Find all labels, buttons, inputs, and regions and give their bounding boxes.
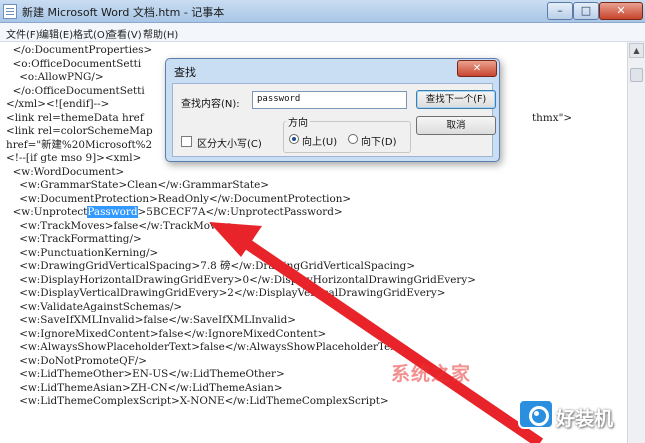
code-line: <w:DocumentProtection>ReadOnly</w:Docume… bbox=[6, 192, 352, 205]
code-line: </xml><![endif]--> bbox=[6, 98, 110, 110]
minimize-button[interactable]: – bbox=[547, 2, 573, 20]
code-line-overflow: thmx"> bbox=[532, 111, 573, 124]
direction-up-radio[interactable] bbox=[289, 134, 299, 144]
code-line: href="新建%20Microsoft%2 bbox=[6, 138, 153, 151]
menu-bar: 文件(F) 编辑(E) 格式(O) 查看(V) 帮助(H) bbox=[0, 23, 645, 42]
menu-view[interactable]: 查看(V) bbox=[107, 26, 142, 41]
code-line: <!--[if gte mso 9]><xml> bbox=[6, 152, 142, 164]
code-line: <o:AllowPNG/> bbox=[6, 71, 104, 83]
dialog-body: 查找内容(N): password 查找下一个(F) 取消 区分大小写(C) 方… bbox=[172, 83, 496, 157]
direction-label: 方向 bbox=[286, 114, 310, 129]
menu-format[interactable]: 格式(O) bbox=[73, 26, 109, 41]
code-line: </o:OfficeDocumentSetti bbox=[6, 84, 145, 97]
menu-edit[interactable]: 编辑(E) bbox=[39, 26, 73, 41]
direction-down-label[interactable]: 向下(D) bbox=[361, 133, 397, 148]
code-line: <w:WordDocument> bbox=[6, 165, 125, 178]
cancel-button[interactable]: 取消 bbox=[416, 116, 496, 135]
code-line: <w:LidThemeAsian>ZH-CN</w:LidThemeAsian> bbox=[6, 381, 283, 394]
code-line: <w:DisplayHorizontalDrawingGridEvery>0</… bbox=[6, 273, 476, 286]
notepad-icon bbox=[3, 4, 17, 19]
find-next-button[interactable]: 查找下一个(F) bbox=[416, 90, 496, 109]
vertical-scrollbar[interactable]: ▲ bbox=[627, 42, 645, 443]
find-dialog: 查找 ✕ 查找内容(N): password 查找下一个(F) 取消 区分大小写… bbox=[165, 58, 500, 162]
find-what-input[interactable]: password bbox=[252, 91, 407, 109]
find-what-label: 查找内容(N): bbox=[181, 99, 240, 110]
title-bar: 新建 Microsoft Word 文档.htm - 记事本 – □ ✕ bbox=[0, 0, 645, 23]
code-line: <w:DoNotPromoteQF/> bbox=[6, 354, 148, 367]
menu-file[interactable]: 文件(F) bbox=[6, 26, 40, 41]
code-line: <w:DrawingGridVerticalSpacing>7.8 磅</w:D… bbox=[6, 260, 416, 272]
code-line: <w:PunctuationKerning/> bbox=[6, 246, 159, 259]
match-case-label[interactable]: 区分大小写(C) bbox=[197, 135, 262, 150]
code-line: <w:TrackFormatting/> bbox=[6, 233, 142, 245]
code-line: <link rel=colorSchemeMap bbox=[6, 125, 153, 137]
match-case-checkbox[interactable] bbox=[181, 136, 192, 147]
code-line: <o:OfficeDocumentSetti bbox=[6, 57, 142, 70]
search-match-selection[interactable]: Password bbox=[87, 206, 138, 218]
code-line: <w:AlwaysShowPlaceholderText>false</w:Al… bbox=[6, 341, 409, 353]
code-line: <w:ValidateAgainstSchemas/> bbox=[6, 300, 183, 313]
menu-help[interactable]: 帮助(H) bbox=[143, 26, 178, 41]
watermark-pink: 系统之家 bbox=[391, 363, 472, 385]
code-line: <w:TrackMoves>false</w:TrackMoves> bbox=[6, 219, 237, 232]
watermark-brand: 好装机 bbox=[556, 408, 614, 430]
maximize-button[interactable]: □ bbox=[573, 2, 599, 20]
scroll-thumb[interactable] bbox=[630, 68, 643, 82]
code-text: <w:Unprotect bbox=[6, 206, 88, 218]
direction-down-radio[interactable] bbox=[348, 134, 358, 144]
window-title: 新建 Microsoft Word 文档.htm - 记事本 bbox=[22, 6, 225, 19]
dialog-title: 查找 bbox=[174, 66, 196, 79]
dialog-close-button[interactable]: ✕ bbox=[457, 60, 497, 77]
code-line: </o:DocumentProperties> bbox=[6, 44, 153, 56]
brand-logo-icon bbox=[518, 399, 554, 429]
code-line: <w:LidThemeOther>EN-US</w:LidThemeOther> bbox=[6, 368, 285, 380]
code-line: <w:DisplayVerticalDrawingGridEvery>2</w:… bbox=[6, 287, 446, 299]
code-line: <w:GrammarState>Clean</w:GrammarState> bbox=[6, 179, 269, 191]
code-line: <link rel=themeData href bbox=[6, 111, 144, 124]
direction-up-label[interactable]: 向上(U) bbox=[302, 133, 337, 148]
code-line-highlighted: <w:UnprotectPassword>5BCECF7A</w:Unprote… bbox=[6, 206, 343, 220]
close-button[interactable]: ✕ bbox=[599, 2, 643, 20]
code-text: >5BCECF7A</w:UnprotectPassword> bbox=[137, 206, 343, 218]
code-line: <w:LidThemeComplexScript>X-NONE</w:LidTh… bbox=[6, 395, 389, 407]
code-line: <w:SaveIfXMLInvalid>false</w:SaveIfXMLIn… bbox=[6, 314, 296, 326]
scroll-up-icon[interactable]: ▲ bbox=[629, 43, 644, 58]
code-line: <w:IgnoreMixedContent>false</w:IgnoreMix… bbox=[6, 327, 327, 340]
